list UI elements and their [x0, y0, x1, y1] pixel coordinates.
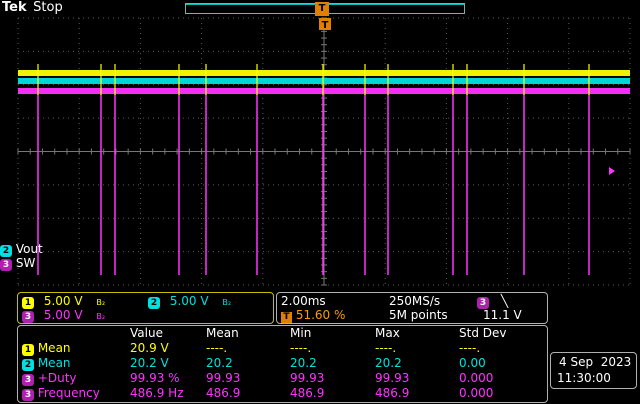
channel-3-badge: 3	[0, 259, 12, 271]
trigger-level-marker[interactable]	[609, 167, 615, 175]
measurement-name: +Duty	[37, 371, 77, 385]
ch3-scale-value: 5.00 V	[43, 308, 83, 322]
measurement-std: 0.000	[459, 386, 494, 400]
trigger-position-icon: T	[281, 312, 292, 323]
measurement-mean: 20.2	[206, 356, 233, 370]
measurement-row[interactable]: 2 Mean 20.2 V 20.2 20.2 20.2 0.00	[18, 356, 547, 372]
measurement-min: 99.93	[290, 371, 325, 385]
ch1-trace	[18, 70, 630, 76]
ch2-scale-value: 5.00 V	[169, 294, 209, 308]
source-badge: 3	[22, 389, 34, 401]
vertical-settings-panel[interactable]: 1 5.00 V B₂ 2 5.00 V B₂ 3 5.00 V B₂	[17, 292, 274, 324]
measurement-mean: 486.9	[206, 386, 241, 400]
measurement-name: Mean	[37, 356, 71, 370]
measurements-header: Value Mean Min Max Std Dev	[18, 326, 547, 342]
measurement-min: 20.2	[290, 356, 317, 370]
measurement-min: ----.	[290, 341, 312, 355]
measurement-max: ----.	[375, 341, 397, 355]
sample-rate: 250MS/s	[389, 294, 441, 308]
col-mean: Mean	[206, 326, 239, 340]
measurement-max: 486.9	[375, 386, 410, 400]
graticule	[17, 17, 631, 286]
measurement-name: Mean	[37, 341, 71, 355]
measurement-min: 486.9	[290, 386, 325, 400]
measurements-panel[interactable]: Value Mean Min Max Std Dev 1 Mean 20.9 V…	[17, 325, 548, 403]
channel-3-label[interactable]: 3 SW	[0, 256, 35, 271]
trigger-level: 11.1 V	[483, 308, 522, 322]
ch2-badge: 2	[148, 297, 160, 309]
trigger-source[interactable]: 3 ╲	[477, 294, 508, 309]
ch3-badge: 3	[22, 311, 34, 323]
measurement-source: 3 Frequency	[22, 386, 100, 401]
datetime-panel[interactable]: 4 Sep 2023 11:30:00	[550, 352, 637, 389]
ch3-scale[interactable]: 3 5.00 V B₂	[22, 308, 105, 323]
ch2-bw-icon: B₂	[222, 298, 232, 307]
measurement-value: 20.2 V	[130, 356, 169, 370]
source-badge: 2	[22, 359, 34, 371]
measurement-source: 2 Mean	[22, 356, 71, 371]
measurement-mean: 99.93	[206, 371, 241, 385]
trigger-position[interactable]: T 51.60 %	[281, 308, 345, 323]
measurement-max: 99.93	[375, 371, 410, 385]
date-display: 4 Sep 2023	[559, 355, 632, 369]
time-display: 11:30:00	[557, 371, 611, 385]
ch1-scale[interactable]: 1 5.00 V B₂	[22, 294, 105, 309]
channel-2-label[interactable]: 2 Vout	[0, 242, 43, 257]
ch3-trace	[18, 88, 630, 94]
ch3-bw-icon: B₂	[96, 312, 106, 321]
measurement-name: Frequency	[37, 386, 100, 400]
measurement-row[interactable]: 3 Frequency 486.9 Hz 486.9 486.9 486.9 0…	[18, 386, 547, 402]
measurement-std: 0.000	[459, 371, 494, 385]
source-badge: 1	[22, 344, 34, 356]
measurement-value: 20.9 V	[130, 341, 169, 355]
measurement-mean: ----.	[206, 341, 228, 355]
waveform-display[interactable]: T	[0, 0, 640, 290]
measurement-std: 0.00	[459, 356, 486, 370]
trigger-position-value: 51.60 %	[295, 308, 346, 322]
ch1-bw-icon: B₂	[96, 298, 106, 307]
col-min: Min	[290, 326, 312, 340]
measurement-row[interactable]: 3 +Duty 99.93 % 99.93 99.93 99.93 0.000	[18, 371, 547, 387]
measurement-max: 20.2	[375, 356, 402, 370]
ch2-scale[interactable]: 2 5.00 V B₂	[148, 294, 231, 309]
col-max: Max	[375, 326, 400, 340]
horizontal-settings-panel[interactable]: 2.00ms 250MS/s 3 ╲ T 51.60 % 5M points 1…	[276, 292, 548, 324]
trigger-time-marker-label: T	[322, 20, 329, 31]
timebase[interactable]: 2.00ms	[281, 294, 326, 308]
record-length: 5M points	[389, 308, 448, 322]
measurement-source: 1 Mean	[22, 341, 71, 356]
measurement-source: 3 +Duty	[22, 371, 77, 386]
col-value: Value	[130, 326, 163, 340]
source-badge: 3	[22, 374, 34, 386]
channel-2-name: Vout	[15, 242, 43, 256]
measurement-value: 99.93 %	[130, 371, 180, 385]
channel-3-name: SW	[15, 256, 36, 270]
measurement-value: 486.9 Hz	[130, 386, 184, 400]
col-std-dev: Std Dev	[459, 326, 507, 340]
ch1-scale-value: 5.00 V	[43, 294, 83, 308]
measurement-std: ----.	[459, 341, 481, 355]
trigger-slope-icon: ╲	[500, 294, 509, 308]
ch2-trace	[18, 78, 630, 84]
measurement-row[interactable]: 1 Mean 20.9 V ----. ----. ----. ----.	[18, 341, 547, 357]
